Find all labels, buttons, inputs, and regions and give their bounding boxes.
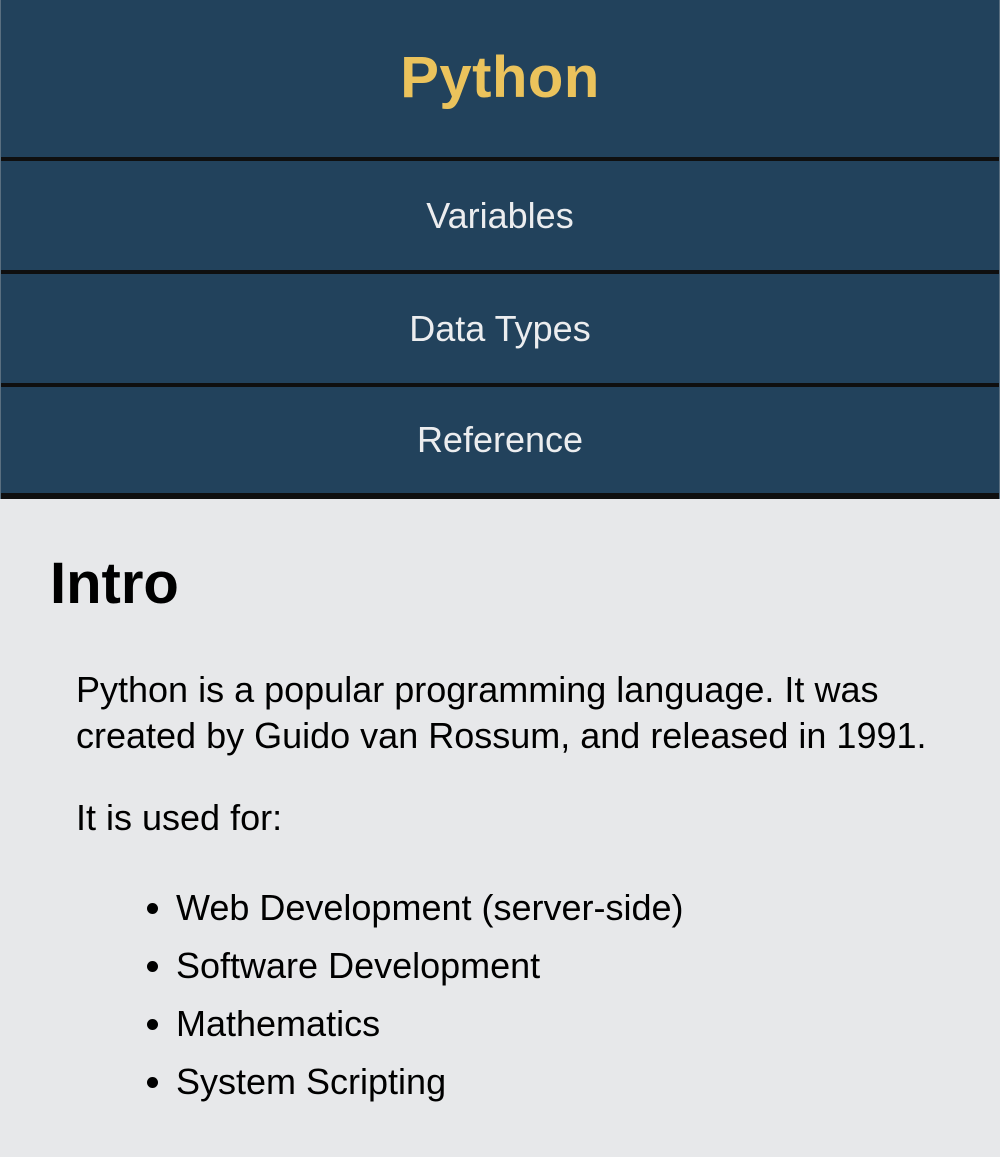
top-navigation: Python Variables Data Types Reference <box>0 0 1000 499</box>
main-content: Intro Python is a popular programming la… <box>0 499 1000 1111</box>
nav-item-reference[interactable]: Reference <box>1 387 999 499</box>
nav-menu: Variables Data Types Reference <box>1 161 999 499</box>
section-heading: Intro <box>50 551 179 616</box>
list-item: Software Development <box>176 937 950 995</box>
nav-item-variables[interactable]: Variables <box>1 161 999 274</box>
site-title[interactable]: Python <box>400 44 600 113</box>
uses-list: Web Development (server-side) Software D… <box>76 879 950 1111</box>
uses-intro-paragraph: It is used for: <box>76 797 283 838</box>
nav-link-data-types[interactable]: Data Types <box>409 308 590 350</box>
section-body: Python is a popular programming language… <box>50 667 950 1111</box>
nav-link-reference[interactable]: Reference <box>417 419 583 461</box>
list-item: Mathematics <box>176 995 950 1053</box>
intro-paragraph: Python is a popular programming language… <box>76 669 927 756</box>
nav-item-data-types[interactable]: Data Types <box>1 274 999 387</box>
nav-link-variables[interactable]: Variables <box>426 195 573 237</box>
nav-header: Python <box>1 0 999 161</box>
list-item: System Scripting <box>176 1053 950 1111</box>
list-item: Web Development (server-side) <box>176 879 950 937</box>
